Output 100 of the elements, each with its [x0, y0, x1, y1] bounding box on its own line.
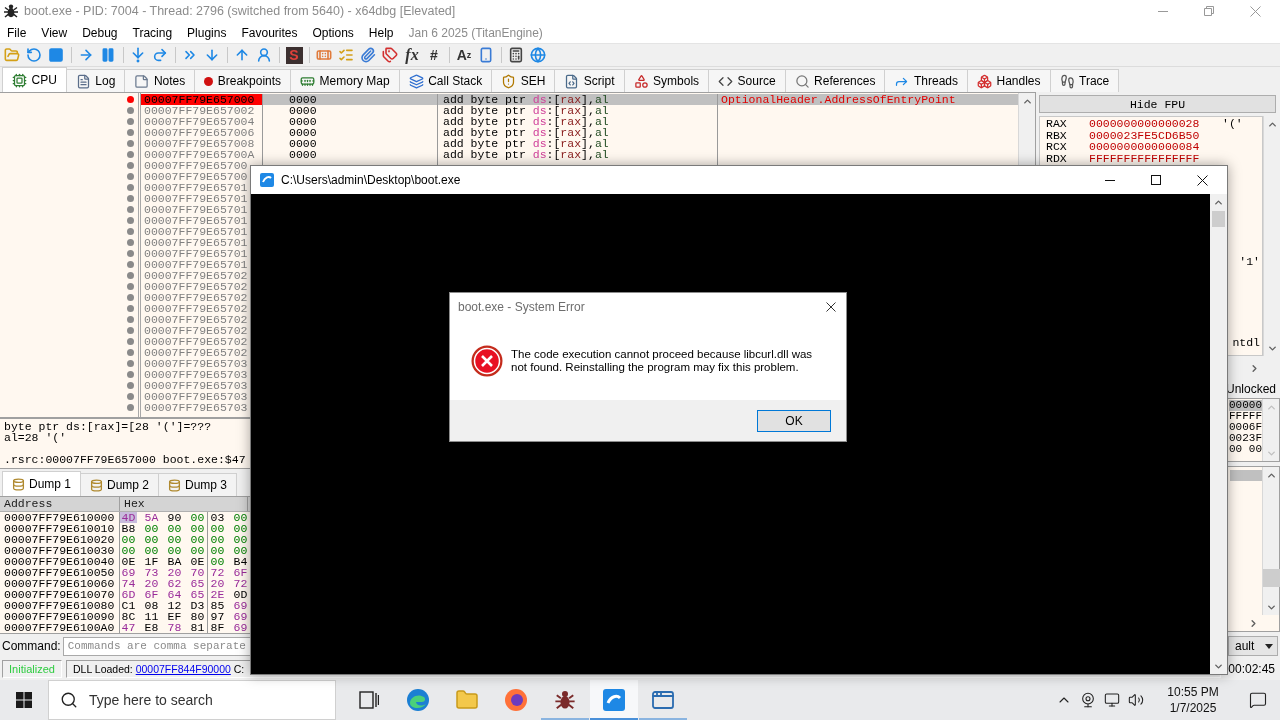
hex-byte[interactable]: 65: [189, 578, 206, 589]
register-name[interactable]: RCX: [1046, 141, 1089, 153]
breakpoint-dot-icon[interactable]: [127, 140, 134, 147]
hex-byte[interactable]: 00: [166, 545, 183, 556]
hex-byte[interactable]: 6F: [232, 567, 249, 578]
redo-arrow-icon[interactable]: [152, 47, 168, 63]
menu-item[interactable]: Tracing: [132, 25, 173, 40]
hex-byte[interactable]: 78: [166, 622, 183, 633]
breakpoint-dot-icon[interactable]: [127, 294, 134, 301]
clock-time[interactable]: 10:55 PM: [1167, 684, 1219, 700]
address-text[interactable]: 00007FF79E65701: [141, 237, 250, 248]
bandage-icon[interactable]: [316, 47, 332, 63]
paperclip-icon[interactable]: [360, 47, 376, 63]
breakpoint-dot-icon[interactable]: [127, 96, 134, 103]
tab[interactable]: Notes: [124, 69, 196, 92]
address-text[interactable]: 00007FF79E65701: [141, 259, 250, 270]
tab[interactable]: Script: [554, 69, 625, 92]
hex-byte[interactable]: 20: [166, 567, 183, 578]
scroll-thumb[interactable]: [1262, 569, 1280, 587]
arrow-up-icon[interactable]: [234, 47, 250, 63]
hex-byte[interactable]: 20: [209, 578, 226, 589]
register-value[interactable]: 0000023FE5CD6B50: [1089, 129, 1222, 141]
address-text[interactable]: 00007FF79E65702: [141, 281, 250, 292]
calculator-icon[interactable]: [508, 47, 524, 63]
hex-byte[interactable]: 90: [166, 512, 183, 523]
hex-byte[interactable]: 11: [143, 611, 160, 622]
breakpoint-dot-icon[interactable]: [127, 261, 134, 268]
hex-byte[interactable]: 03: [209, 512, 226, 523]
menu-item[interactable]: Favourites: [241, 25, 298, 40]
address-text[interactable]: 00007FF79E65702: [141, 303, 250, 314]
register-name[interactable]: RDX: [1046, 152, 1089, 164]
tags-icon[interactable]: [382, 47, 398, 63]
hex-byte[interactable]: 00: [189, 523, 206, 534]
hex-byte[interactable]: 8C: [120, 611, 137, 622]
hex-byte[interactable]: 8F: [209, 622, 226, 633]
hex-byte[interactable]: 69: [232, 622, 249, 633]
breakpoint-dot-icon[interactable]: [127, 393, 134, 400]
address-text[interactable]: 00007FF79E65703: [141, 380, 250, 391]
tab[interactable]: References: [784, 69, 886, 92]
breakpoint-dot-icon[interactable]: [127, 184, 134, 191]
ok-button[interactable]: OK: [757, 409, 831, 432]
hex-byte[interactable]: 00: [166, 534, 183, 545]
address-text[interactable]: 00007FF79E65701: [141, 193, 250, 204]
tab[interactable]: SEH: [491, 69, 556, 92]
tab[interactable]: Memory Map: [290, 69, 400, 92]
pause-icon[interactable]: [100, 47, 116, 63]
hex-byte[interactable]: 00: [143, 523, 160, 534]
tab[interactable]: Symbols: [623, 69, 710, 92]
address-text[interactable]: 00007FF79E657004: [141, 116, 257, 127]
address-text[interactable]: 00007FF79E65701: [141, 226, 250, 237]
arrow-down-dot-icon[interactable]: [130, 47, 146, 63]
address-text[interactable]: 00007FF79E65700: [141, 171, 250, 182]
tab[interactable]: CPU: [2, 67, 67, 92]
hex-byte[interactable]: 00: [143, 545, 160, 556]
checklist-icon[interactable]: [338, 47, 354, 63]
breakpoint-dot-icon[interactable]: [127, 316, 134, 323]
address-text[interactable]: 00007FF79E657006: [141, 127, 257, 138]
address-text[interactable]: 00007FF79E65702: [141, 314, 250, 325]
register-value[interactable]: 0000000000000028: [1089, 118, 1222, 130]
hex-byte[interactable]: 47: [120, 622, 137, 633]
hex-byte[interactable]: 1F: [143, 556, 160, 567]
hex-byte[interactable]: 0E: [189, 556, 206, 567]
breakpoint-dot-icon[interactable]: [127, 195, 134, 202]
dump-tab[interactable]: Dump 3: [158, 473, 237, 496]
selected-row[interactable]: 00007FF79E657000 0000 add byte ptr ds:[rax],al OptionalHeader.AddressOfEntryPoint: [141, 94, 1018, 105]
tab[interactable]: Call Stack: [398, 69, 493, 92]
breakpoint-dot-icon[interactable]: [127, 272, 134, 279]
menu-item[interactable]: Plugins: [187, 25, 227, 40]
breakpoint-dot-icon[interactable]: [127, 349, 134, 356]
taskbar-app[interactable]: [590, 680, 638, 720]
clock-date[interactable]: 1/7/2025: [1169, 700, 1217, 716]
arrow-right-icon[interactable]: [78, 47, 94, 63]
breakpoint-dot-icon[interactable]: [127, 118, 134, 125]
address-text[interactable]: 00007FF79E65702: [141, 336, 250, 347]
scroll-thumb[interactable]: [1212, 211, 1225, 227]
hex-byte[interactable]: B8: [120, 523, 137, 534]
address-text[interactable]: 00007FF79E65702: [141, 347, 250, 358]
address-text[interactable]: 00007FF79E65701: [141, 204, 250, 215]
hide-fpu-button[interactable]: Hide FPU: [1039, 95, 1276, 113]
breakpoint-dot-icon[interactable]: [127, 129, 134, 136]
hex-byte[interactable]: 69: [120, 567, 137, 578]
address-text[interactable]: 00007FF79E65703: [141, 369, 250, 380]
tab[interactable]: Source: [708, 69, 786, 92]
menu-item[interactable]: Debug: [82, 25, 118, 40]
hex-byte[interactable]: 00: [166, 523, 183, 534]
argument-value[interactable]: FFFFF: [1229, 411, 1262, 422]
hex-byte[interactable]: 00: [232, 545, 249, 556]
hex-byte[interactable]: 20: [143, 578, 160, 589]
address-text[interactable]: 00007FF79E65701: [141, 215, 250, 226]
hex-byte[interactable]: 69: [232, 600, 249, 611]
hex-byte[interactable]: 72: [209, 567, 226, 578]
address-text[interactable]: 00007FF79E65700A: [141, 149, 257, 160]
toolbar-button[interactable]: #: [424, 45, 444, 65]
hex-byte[interactable]: BA: [166, 556, 183, 567]
address-text[interactable]: 00007FF79E657008: [141, 138, 257, 149]
menu-item[interactable]: View: [41, 25, 68, 40]
hex-byte[interactable]: 00: [189, 545, 206, 556]
argument-value[interactable]: 00000: [1229, 400, 1262, 411]
breakpoint-dot-icon[interactable]: [127, 250, 134, 257]
search-field[interactable]: Type here to search: [48, 680, 336, 720]
